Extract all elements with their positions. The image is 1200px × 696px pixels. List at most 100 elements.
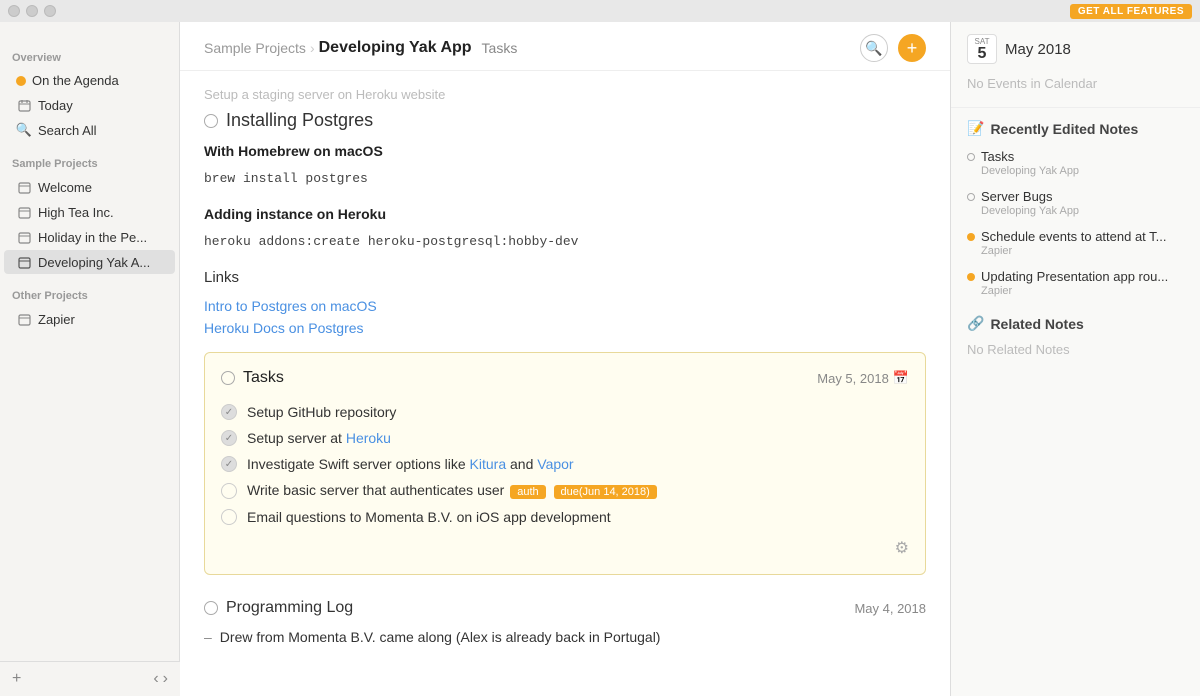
sidebar-item-holiday-label: Holiday in the Pe... [38,230,147,245]
recent-note-server-bugs-title: Server Bugs [967,189,1184,204]
heroku-heading: Adding instance on Heroku [204,206,926,222]
zapier-icon [16,311,32,327]
sidebar-item-zapier[interactable]: Zapier [4,307,175,331]
sidebar-bottom-bar: + ‹ › [0,661,180,696]
task-3-text: Investigate Swift server options like Ki… [247,456,574,472]
installing-postgres-label: Installing Postgres [226,110,373,131]
link-heroku-docs[interactable]: Heroku Docs on Postgres [204,320,926,336]
sidebar-item-zapier-label: Zapier [38,312,75,327]
task-card: Tasks May 5, 2018 📅 ✓ Setup GitHub repos… [204,352,926,575]
task-1-text: Setup GitHub repository [247,404,396,420]
main-header: Sample Projects › Developing Yak App Tas… [180,22,950,71]
task-item-2: ✓ Setup server at Heroku [221,425,909,451]
no-events-label: No Events in Calendar [967,72,1184,95]
search-icon: 🔍 [16,122,32,138]
related-notes-label: Related Notes [990,316,1083,332]
get-all-features-button[interactable]: GET ALL FEATURES [1070,4,1192,19]
task-item-1: ✓ Setup GitHub repository [221,399,909,425]
breadcrumb-separator: › [310,40,315,56]
recent-note-updating[interactable]: Updating Presentation app rou... Zapier [951,263,1200,303]
tag-auth: auth [510,485,545,499]
programming-log-header: Programming Log May 4, 2018 [204,591,926,625]
breadcrumb-parent: Sample Projects [204,40,306,56]
breadcrumb-current: Developing Yak App [319,39,472,57]
back-icon[interactable]: ‹ [153,670,158,688]
add-button[interactable]: + [898,34,926,62]
task-card-header: Tasks May 5, 2018 📅 [221,369,909,387]
task-settings-icon[interactable]: ⚙ [895,538,909,558]
task-checkbox-1[interactable]: ✓ [221,404,237,420]
calendar-date-box: SAT 5 [967,34,997,64]
sidebar: Overview On the Agenda Today 🔍 Search Al… [0,22,180,696]
sidebar-item-welcome-label: Welcome [38,180,92,195]
sidebar-item-today[interactable]: Today [4,93,175,117]
sidebar-item-holiday[interactable]: Holiday in the Pe... [4,225,175,249]
prog-log-entry: – Drew from Momenta B.V. came along (Ale… [204,625,926,649]
right-panel: SAT 5 May 2018 No Events in Calendar 📝 R… [950,0,1200,696]
task-item-4: Write basic server that authenticates us… [221,477,909,504]
prog-log-date: May 4, 2018 [854,601,926,616]
recent-note-schedule[interactable]: Schedule events to attend at T... Zapier [951,223,1200,263]
task-5-text: Email questions to Momenta B.V. on iOS a… [247,509,611,525]
task-card-footer: ⚙ [221,538,909,558]
welcome-icon [16,179,32,195]
sidebar-item-developing-label: Developing Yak A... [38,255,150,270]
link-postgres-macos[interactable]: Intro to Postgres on macOS [204,298,926,314]
sidebar-nav-arrows[interactable]: ‹ › [153,670,168,688]
sidebar-item-high-tea-label: High Tea Inc. [38,205,114,220]
sidebar-item-developing[interactable]: Developing Yak A... [4,250,175,274]
task-checkbox-5[interactable] [221,509,237,525]
search-button[interactable]: 🔍 [860,34,888,62]
sidebar-item-on-the-agenda[interactable]: On the Agenda [4,69,175,92]
task-item-5: Email questions to Momenta B.V. on iOS a… [221,504,909,530]
heroku-link[interactable]: Heroku [346,430,391,446]
prog-log-circle-icon [204,601,218,615]
calendar-month-year: May 2018 [1005,41,1071,58]
task-checkbox-4[interactable] [221,483,237,499]
sidebar-item-search-all[interactable]: 🔍 Search All [4,118,175,142]
maximize-dot[interactable] [44,5,56,17]
sidebar-item-today-label: Today [38,98,73,113]
recent-note-server-bugs[interactable]: Server Bugs Developing Yak App [951,183,1200,223]
content-area: Setup a staging server on Heroku website… [180,71,950,665]
high-tea-icon [16,204,32,220]
calendar-day-number: 5 [978,46,987,62]
task-checkbox-3[interactable]: ✓ [221,456,237,472]
recently-edited-label: Recently Edited Notes [990,121,1138,137]
prog-entry-text: Drew from Momenta B.V. came along (Alex … [220,629,661,645]
vapor-link[interactable]: Vapor [537,456,573,472]
homebrew-heading: With Homebrew on macOS [204,143,926,159]
titlebar: GET ALL FEATURES [0,0,1200,22]
checkmark-icon-2: ✓ [225,433,233,444]
checkmark-icon-3: ✓ [225,459,233,470]
sidebar-item-agenda-label: On the Agenda [32,73,119,88]
kitura-link[interactable]: Kitura [470,456,507,472]
close-dot[interactable] [8,5,20,17]
breadcrumb: Sample Projects › Developing Yak App Tas… [204,39,517,57]
heroku-code: heroku addons:create heroku-postgresql:h… [204,230,926,253]
sidebar-item-high-tea[interactable]: High Tea Inc. [4,200,175,224]
sidebar-item-search-label: Search All [38,123,97,138]
recent-note-updating-title: Updating Presentation app rou... [967,269,1184,284]
sample-projects-section-label: Sample Projects [0,150,179,174]
recent-note-schedule-icon [967,233,975,241]
recent-note-server-bugs-sub: Developing Yak App [967,205,1184,217]
recent-note-tasks[interactable]: Tasks Developing Yak App [951,143,1200,183]
sidebar-item-welcome[interactable]: Welcome [4,175,175,199]
forward-icon[interactable]: › [163,670,168,688]
calendar-section: SAT 5 May 2018 No Events in Calendar [951,22,1200,108]
overview-section-label: Overview [0,44,179,68]
installing-postgres-heading: Installing Postgres [204,110,926,131]
recently-edited-icon: 📝 [967,120,984,137]
add-note-icon[interactable]: + [12,670,21,688]
task-checkbox-2[interactable]: ✓ [221,430,237,446]
prog-entry-dash: – [204,629,212,645]
installing-circle-icon [204,114,218,128]
minimize-dot[interactable] [26,5,38,17]
task-title-label: Tasks [243,369,284,387]
recent-note-tasks-sub: Developing Yak App [967,165,1184,177]
window-controls[interactable] [8,5,56,17]
task-date-label: May 5, 2018 [817,371,889,386]
task-4-text: Write basic server that authenticates us… [247,482,659,499]
recently-edited-header: 📝 Recently Edited Notes [951,108,1200,143]
